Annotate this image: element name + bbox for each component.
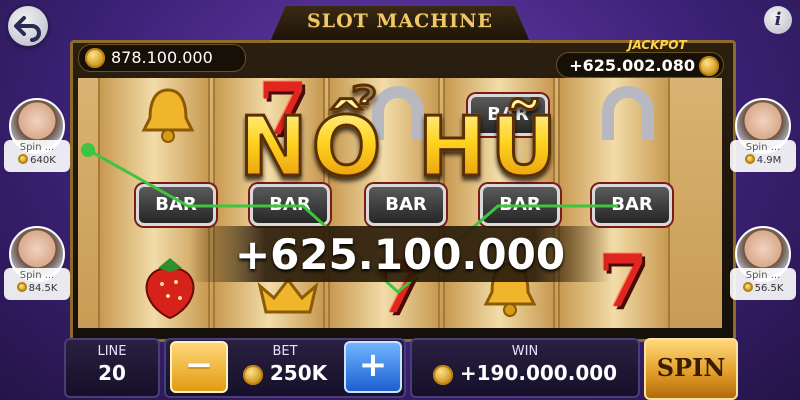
line-panel: LINE 20 — [64, 338, 160, 398]
decrease-bet-button[interactable]: − — [170, 341, 228, 393]
page-title: SLOT MACHINE — [307, 10, 493, 32]
win-value: +190.000.000 — [459, 361, 618, 385]
player-seat[interactable]: Spin ... 56.5K — [730, 226, 796, 300]
jackpot-label: JACKPOT — [628, 38, 687, 52]
player-balance-value: 56.5K — [754, 283, 784, 294]
coin-icon — [242, 364, 263, 385]
jackpot-amount: +625.002.080 — [569, 56, 695, 75]
player-balance-small: 640K — [4, 154, 70, 168]
player-balance-value: 640K — [30, 155, 56, 166]
jackpot-display: +625.002.080 — [556, 52, 724, 78]
player-balance-small: 56.5K — [730, 282, 796, 296]
coin-icon — [18, 154, 29, 164]
player-seat[interactable]: Spin ... 4.9M — [730, 98, 796, 172]
player-balance-value: 4.9M — [756, 155, 782, 166]
win-label: WIN — [511, 344, 539, 359]
player-info: Spin ... 56.5K — [730, 268, 796, 300]
player-balance-value: 84.5K — [28, 283, 58, 294]
line-value: 20 — [98, 361, 126, 385]
balance-amount: 878.100.000 — [111, 48, 213, 67]
info-icon[interactable]: i — [764, 6, 792, 34]
back-button[interactable] — [8, 6, 48, 46]
win-value-row: +190.000.000 — [412, 361, 638, 385]
win-panel: WIN +190.000.000 — [410, 338, 640, 398]
coin-icon — [432, 364, 453, 385]
bet-value: 250K — [269, 361, 328, 385]
coin-icon — [699, 56, 719, 76]
player-info: Spin ... 4.9M — [730, 140, 796, 172]
player-balance-small: 84.5K — [4, 282, 70, 296]
coin-icon — [744, 154, 755, 164]
player-info: Spin ... 84.5K — [4, 268, 70, 300]
spin-button[interactable]: SPIN — [644, 338, 738, 400]
coin-icon — [85, 47, 105, 68]
player-name: Spin ... — [19, 142, 55, 153]
player-name: Spin ... — [745, 142, 781, 153]
player-seat[interactable]: Spin ... 84.5K — [4, 226, 70, 300]
coin-icon — [16, 282, 27, 292]
player-seat[interactable]: Spin ... 640K — [4, 98, 70, 172]
player-balance-small: 4.9M — [730, 154, 796, 168]
big-win-amount: +625.100.000 — [234, 230, 566, 279]
line-label: LINE — [97, 344, 127, 359]
back-arrow-icon — [14, 16, 41, 42]
increase-bet-button[interactable]: + — [344, 341, 402, 393]
player-name: Spin ... — [745, 270, 781, 281]
big-win-title: NỔ HŨ — [140, 99, 660, 197]
coin-icon — [742, 282, 753, 292]
player-name: Spin ... — [19, 270, 55, 281]
player-balance: 878.100.000 — [78, 44, 246, 72]
player-info: Spin ... 640K — [4, 140, 70, 172]
